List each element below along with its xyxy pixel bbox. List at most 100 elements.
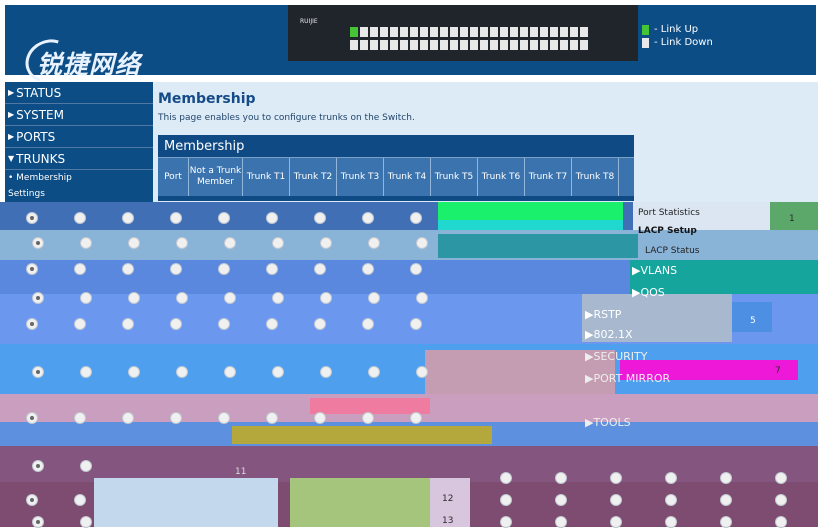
- link-up-label: - Link Up: [654, 24, 699, 35]
- trunk-radio-button[interactable]: [775, 472, 787, 484]
- trunk-radio-button[interactable]: [272, 366, 284, 378]
- trunk-radio-button[interactable]: [362, 212, 374, 224]
- switch-port: [370, 40, 378, 50]
- trunk-radio-button[interactable]: [26, 412, 38, 424]
- trunk-radio-button[interactable]: [720, 472, 732, 484]
- trunk-radio-button[interactable]: [720, 516, 732, 528]
- trunk-radio-button[interactable]: [320, 366, 332, 378]
- trunk-radio-button[interactable]: [218, 212, 230, 224]
- trunk-radio-button[interactable]: [610, 494, 622, 506]
- trunk-radio-button[interactable]: [320, 237, 332, 249]
- sidebar-subitem-settings[interactable]: Settings: [5, 186, 153, 202]
- trunk-radio-button[interactable]: [314, 318, 326, 330]
- trunk-radio-button[interactable]: [410, 318, 422, 330]
- trunk-radio-button[interactable]: [610, 472, 622, 484]
- column-header-port: Port: [158, 158, 189, 196]
- trunk-radio-button[interactable]: [26, 263, 38, 275]
- switch-port: [360, 40, 368, 50]
- trunk-radio-button[interactable]: [80, 366, 92, 378]
- trunk-radio-button[interactable]: [74, 412, 86, 424]
- switch-port: [430, 40, 438, 50]
- trunk-radio-button[interactable]: [26, 318, 38, 330]
- trunk-radio-button[interactable]: [128, 292, 140, 304]
- trunk-radio-button[interactable]: [266, 263, 278, 275]
- trunk-radio-button[interactable]: [224, 366, 236, 378]
- trunk-radio-button[interactable]: [122, 263, 134, 275]
- trunk-radio-button[interactable]: [314, 412, 326, 424]
- trunk-radio-button[interactable]: [170, 263, 182, 275]
- trunk-radio-button[interactable]: [122, 212, 134, 224]
- sidebar-item-system[interactable]: ▶ SYSTEM: [5, 104, 153, 126]
- trunk-radio-button[interactable]: [74, 263, 86, 275]
- trunk-radio-button[interactable]: [500, 472, 512, 484]
- trunk-radio-button[interactable]: [410, 263, 422, 275]
- trunk-radio-button[interactable]: [170, 318, 182, 330]
- trunk-radio-button[interactable]: [176, 292, 188, 304]
- trunk-radio-button[interactable]: [32, 366, 44, 378]
- trunk-radio-button[interactable]: [32, 460, 44, 472]
- sidebar-item-trunks[interactable]: ▼ TRUNKS: [5, 148, 153, 170]
- trunk-radio-button[interactable]: [416, 292, 428, 304]
- trunk-radio-button[interactable]: [26, 494, 38, 506]
- trunk-radio-button[interactable]: [665, 516, 677, 528]
- trunk-radio-button[interactable]: [665, 472, 677, 484]
- sidebar-subitem-membership[interactable]: • Membership: [5, 170, 153, 186]
- trunk-radio-button[interactable]: [500, 494, 512, 506]
- column-header-trunk-t3: Trunk T3: [337, 158, 384, 196]
- ghost-lacp-setup-label: LACP Setup: [638, 226, 697, 236]
- trunk-radio-button[interactable]: [555, 516, 567, 528]
- trunk-radio-button[interactable]: [500, 516, 512, 528]
- trunk-radio-button[interactable]: [170, 212, 182, 224]
- trunk-radio-button[interactable]: [80, 516, 92, 528]
- trunk-radio-button[interactable]: [266, 318, 278, 330]
- trunk-radio-button[interactable]: [775, 494, 787, 506]
- trunk-radio-button[interactable]: [362, 412, 374, 424]
- trunk-radio-button[interactable]: [272, 292, 284, 304]
- trunk-radio-button[interactable]: [362, 263, 374, 275]
- trunk-radio-button[interactable]: [224, 292, 236, 304]
- trunk-radio-button[interactable]: [218, 263, 230, 275]
- trunk-radio-button[interactable]: [410, 412, 422, 424]
- trunk-radio-button[interactable]: [32, 237, 44, 249]
- trunk-radio-button[interactable]: [170, 412, 182, 424]
- trunk-radio-button[interactable]: [80, 292, 92, 304]
- trunk-radio-button[interactable]: [416, 366, 428, 378]
- trunk-radio-button[interactable]: [74, 318, 86, 330]
- trunk-radio-button[interactable]: [410, 212, 422, 224]
- trunk-radio-button[interactable]: [665, 494, 677, 506]
- trunk-radio-button[interactable]: [320, 292, 332, 304]
- trunk-radio-button[interactable]: [26, 212, 38, 224]
- trunk-radio-button[interactable]: [218, 318, 230, 330]
- trunk-radio-button[interactable]: [362, 318, 374, 330]
- trunk-radio-button[interactable]: [368, 292, 380, 304]
- trunk-radio-button[interactable]: [74, 494, 86, 506]
- trunk-radio-button[interactable]: [176, 366, 188, 378]
- trunk-radio-button[interactable]: [555, 472, 567, 484]
- trunk-radio-button[interactable]: [555, 494, 567, 506]
- trunk-radio-button[interactable]: [272, 237, 284, 249]
- trunk-radio-button[interactable]: [368, 366, 380, 378]
- trunk-radio-button[interactable]: [368, 237, 380, 249]
- sidebar-item-status[interactable]: ▶ STATUS: [5, 82, 153, 104]
- trunk-radio-button[interactable]: [122, 318, 134, 330]
- trunk-radio-button[interactable]: [80, 237, 92, 249]
- trunk-radio-button[interactable]: [128, 237, 140, 249]
- sidebar-item-ports[interactable]: ▶ PORTS: [5, 126, 153, 148]
- trunk-radio-button[interactable]: [720, 494, 732, 506]
- trunk-radio-button[interactable]: [610, 516, 622, 528]
- trunk-radio-button[interactable]: [314, 212, 326, 224]
- trunk-radio-button[interactable]: [122, 412, 134, 424]
- trunk-radio-button[interactable]: [32, 516, 44, 528]
- trunk-radio-button[interactable]: [224, 237, 236, 249]
- trunk-radio-button[interactable]: [80, 460, 92, 472]
- trunk-radio-button[interactable]: [266, 412, 278, 424]
- trunk-radio-button[interactable]: [74, 212, 86, 224]
- trunk-radio-button[interactable]: [32, 292, 44, 304]
- trunk-radio-button[interactable]: [128, 366, 140, 378]
- trunk-radio-button[interactable]: [775, 516, 787, 528]
- trunk-radio-button[interactable]: [416, 237, 428, 249]
- trunk-radio-button[interactable]: [266, 212, 278, 224]
- trunk-radio-button[interactable]: [176, 237, 188, 249]
- trunk-radio-button[interactable]: [218, 412, 230, 424]
- trunk-radio-button[interactable]: [314, 263, 326, 275]
